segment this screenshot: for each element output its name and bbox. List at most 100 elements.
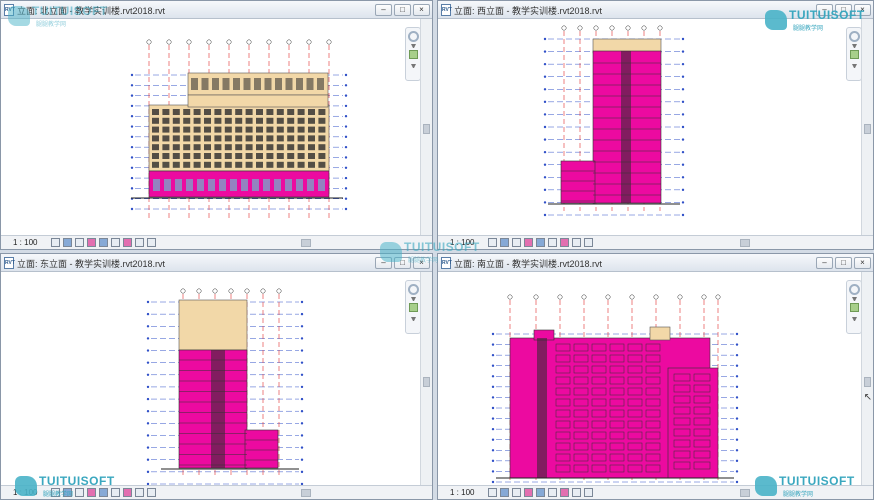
shadows-icon[interactable] [512, 238, 521, 247]
level-head [543, 50, 547, 53]
chevron-down-icon[interactable] [852, 317, 857, 321]
worksharing-icon[interactable] [135, 488, 144, 497]
maximize-button[interactable]: □ [394, 4, 411, 16]
scroll-thumb[interactable] [423, 124, 430, 134]
temporary-hide-icon[interactable] [548, 238, 557, 247]
reveal-hidden-icon[interactable] [560, 488, 569, 497]
sun-path-icon[interactable] [500, 488, 509, 497]
chevron-down-icon[interactable] [411, 317, 416, 321]
horizontal-scroll-thumb[interactable] [740, 489, 750, 497]
crop-view-icon[interactable] [87, 238, 96, 247]
sun-path-icon[interactable] [63, 238, 72, 247]
horizontal-scroll-thumb[interactable] [301, 239, 311, 247]
reveal-hidden-icon[interactable] [123, 238, 132, 247]
show-crop-icon[interactable] [536, 488, 545, 497]
vertical-scrollbar[interactable] [420, 272, 432, 485]
chevron-down-icon[interactable] [411, 297, 416, 301]
minimize-button[interactable]: – [375, 4, 392, 16]
vertical-scrollbar[interactable] [861, 19, 873, 235]
horizontal-scroll-thumb[interactable] [301, 489, 311, 497]
temporary-hide-icon[interactable] [111, 488, 120, 497]
window [235, 153, 243, 159]
view-window-north[interactable]: RVT 立面: 北立面 - 教学实训楼.rvt2018.rvt – □ × [0, 0, 433, 250]
worksharing-icon[interactable] [135, 238, 144, 247]
crop-view-icon[interactable] [524, 238, 533, 247]
drawing-canvas[interactable] [438, 19, 862, 235]
temporary-hide-icon[interactable] [111, 238, 120, 247]
design-options-icon[interactable] [147, 238, 156, 247]
reveal-hidden-icon[interactable] [560, 238, 569, 247]
zoom-icon[interactable] [409, 303, 418, 312]
navigation-bar[interactable] [405, 27, 421, 81]
level-head [491, 438, 495, 441]
close-button[interactable]: × [413, 4, 430, 16]
window [235, 144, 243, 151]
view-window-south[interactable]: RVT 立面: 南立面 - 教学实训楼.rvt2018.rvt – □ × 1 … [437, 253, 874, 500]
steering-wheel-icon[interactable] [408, 284, 419, 295]
vertical-scrollbar[interactable] [420, 19, 432, 235]
steering-wheel-icon[interactable] [408, 31, 419, 42]
chevron-down-icon[interactable] [852, 64, 857, 68]
grid-bubble [701, 294, 707, 300]
chevron-down-icon[interactable] [411, 44, 416, 48]
crop-view-icon[interactable] [87, 488, 96, 497]
shop-window [307, 179, 314, 191]
shadows-icon[interactable] [512, 488, 521, 497]
crop-view-icon[interactable] [524, 488, 533, 497]
steering-wheel-icon[interactable] [849, 31, 860, 42]
temporary-hide-icon[interactable] [548, 488, 557, 497]
reveal-hidden-icon[interactable] [123, 488, 132, 497]
sun-path-icon[interactable] [500, 238, 509, 247]
maximize-button[interactable]: □ [835, 257, 852, 269]
view-window-east[interactable]: RVT 立面: 东立面 - 教学实训楼.rvt2018.rvt – □ × 1 [0, 253, 433, 500]
worksharing-icon[interactable] [572, 488, 581, 497]
chevron-down-icon[interactable] [411, 64, 416, 68]
scroll-thumb[interactable] [864, 377, 871, 387]
model-graphics-icon[interactable] [488, 488, 497, 497]
close-button[interactable]: × [854, 257, 871, 269]
model-graphics-icon[interactable] [488, 238, 497, 247]
view-scale[interactable]: 1 : 100 [13, 238, 37, 247]
level-head [146, 349, 150, 352]
title-bar[interactable]: RVT 立面: 南立面 - 教学实训楼.rvt2018.rvt – □ × [438, 254, 873, 272]
chevron-down-icon[interactable] [852, 297, 857, 301]
design-options-icon[interactable] [584, 238, 593, 247]
window [308, 109, 315, 115]
design-options-icon[interactable] [147, 488, 156, 497]
elephant-logo-icon [15, 476, 37, 496]
zoom-icon[interactable] [850, 50, 859, 59]
title-bar[interactable]: RVT 立面: 东立面 - 教学实训楼.rvt2018.rvt – □ × [1, 254, 432, 272]
scroll-thumb[interactable] [423, 377, 430, 387]
zoom-icon[interactable] [409, 50, 418, 59]
navigation-bar[interactable] [846, 27, 862, 81]
shadows-icon[interactable] [75, 238, 84, 247]
show-crop-icon[interactable] [99, 488, 108, 497]
view-window-west[interactable]: RVT 立面: 西立面 - 教学实训楼.rvt2018.rvt – □ × 1 … [437, 0, 874, 250]
chevron-down-icon[interactable] [852, 44, 857, 48]
view-scale[interactable]: 1 : 100 [450, 488, 474, 497]
grid-bubble [286, 39, 292, 45]
horizontal-scroll-thumb[interactable] [740, 239, 750, 247]
level-head [491, 332, 495, 336]
steering-wheel-icon[interactable] [849, 284, 860, 295]
drawing-canvas[interactable] [438, 272, 862, 485]
navigation-bar[interactable] [846, 280, 862, 334]
minimize-button[interactable]: – [816, 257, 833, 269]
show-crop-icon[interactable] [99, 238, 108, 247]
window [276, 144, 284, 151]
worksharing-icon[interactable] [572, 238, 581, 247]
scroll-thumb[interactable] [864, 124, 871, 134]
level-head [735, 470, 739, 473]
drawing-canvas[interactable] [1, 272, 421, 486]
navigation-bar[interactable] [405, 280, 421, 334]
shadows-icon[interactable] [75, 488, 84, 497]
model-graphics-icon[interactable] [51, 238, 60, 247]
zoom-icon[interactable] [850, 303, 859, 312]
design-options-icon[interactable] [584, 488, 593, 497]
show-crop-icon[interactable] [536, 238, 545, 247]
vertical-scrollbar[interactable] [861, 272, 873, 485]
window [254, 78, 261, 90]
grid-bubble [577, 25, 583, 31]
window [308, 153, 315, 159]
drawing-canvas[interactable] [1, 19, 421, 235]
